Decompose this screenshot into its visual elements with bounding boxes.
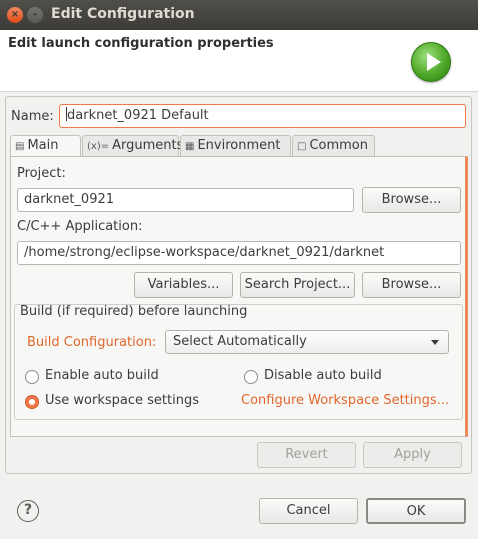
environment-tab-icon: ▦	[185, 141, 195, 152]
window-close-icon[interactable]: ×	[7, 7, 23, 23]
main-tab-icon: ▤	[15, 141, 25, 152]
enable-auto-build-radio[interactable]	[25, 370, 39, 384]
title-bar: × – Edit Configuration	[0, 0, 478, 30]
build-group-label: Build (if required) before launching	[20, 304, 248, 319]
project-label: Project:	[17, 166, 66, 181]
disable-auto-build-radio[interactable]	[244, 370, 258, 384]
dialog-header-title: Edit launch configuration properties	[8, 36, 274, 51]
tab-common[interactable]: □ Common	[292, 135, 375, 156]
tab-bar: ▤ Main (x)= Arguments ▦ Environment □ Common	[10, 135, 467, 157]
variables-button[interactable]: Variables...	[134, 272, 233, 298]
application-browse-button[interactable]: Browse...	[362, 272, 461, 298]
window-minimize-icon[interactable]: –	[27, 7, 43, 23]
help-icon[interactable]: ?	[17, 500, 39, 522]
project-field[interactable]: darknet_0921	[17, 188, 354, 212]
use-workspace-settings-label[interactable]: Use workspace settings	[45, 393, 199, 408]
name-field[interactable]: darknet_0921 Default	[59, 104, 466, 128]
name-field-value: darknet_0921 Default	[67, 108, 209, 123]
disable-auto-build-label[interactable]: Disable auto build	[264, 368, 382, 383]
window-title: Edit Configuration	[51, 6, 195, 22]
build-configuration-select[interactable]: Select Automatically	[165, 330, 449, 354]
tab-main-label: Main	[27, 138, 59, 153]
tab-main[interactable]: ▤ Main	[10, 135, 81, 157]
tab-environment-label: Environment	[197, 138, 281, 153]
configure-workspace-settings-link[interactable]: Configure Workspace Settings...	[241, 393, 449, 408]
dialog-header: Edit launch configuration properties	[0, 30, 478, 92]
arguments-tab-icon: (x)=	[87, 141, 110, 152]
application-label: C/C++ Application:	[17, 219, 143, 234]
application-field[interactable]: /home/strong/eclipse-workspace/darknet_0…	[17, 241, 461, 265]
tab-common-label: Common	[309, 138, 369, 153]
common-tab-icon: □	[297, 141, 307, 152]
run-launch-icon	[411, 42, 451, 82]
tab-environment[interactable]: ▦ Environment	[180, 135, 291, 156]
enable-auto-build-label[interactable]: Enable auto build	[45, 368, 159, 383]
ok-button[interactable]: OK	[366, 498, 466, 524]
chevron-down-icon	[431, 340, 439, 345]
project-browse-button[interactable]: Browse...	[362, 187, 461, 213]
use-workspace-settings-radio[interactable]	[25, 395, 39, 409]
apply-button[interactable]: Apply	[363, 442, 462, 468]
search-project-button[interactable]: Search Project...	[240, 272, 355, 298]
revert-button[interactable]: Revert	[257, 442, 356, 468]
build-configuration-value: Select Automatically	[173, 334, 307, 349]
build-configuration-label: Build Configuration:	[27, 335, 157, 350]
tab-arguments-label: Arguments	[112, 138, 184, 153]
cancel-button[interactable]: Cancel	[259, 498, 358, 524]
tab-arguments[interactable]: (x)= Arguments	[82, 135, 183, 156]
name-label: Name:	[11, 109, 54, 124]
